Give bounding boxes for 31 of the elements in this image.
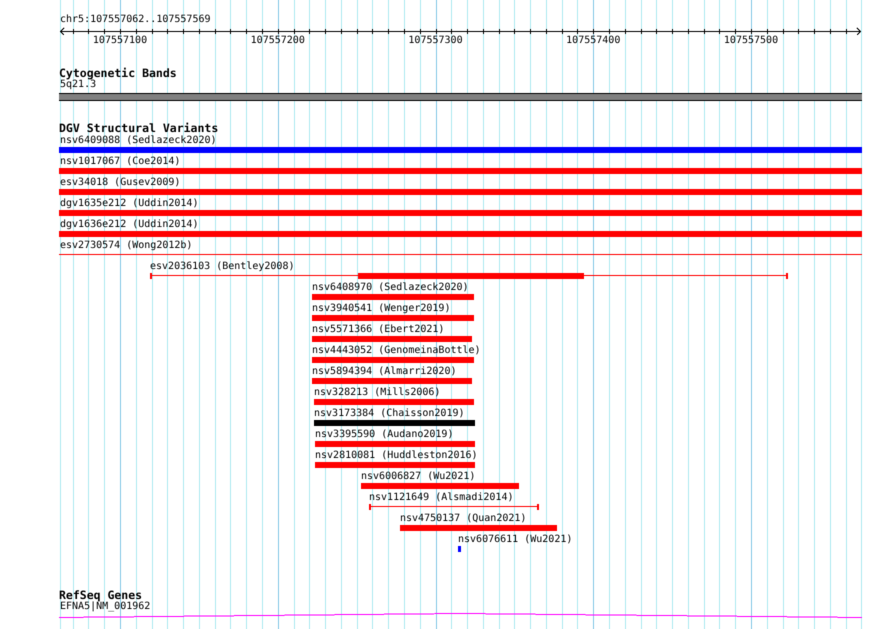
- track-title: RefSeq Genes: [59, 589, 142, 601]
- variant-label: nsv3395590 (Audano2019): [315, 428, 454, 441]
- variant-label: nsv5571366 (Ebert2021): [312, 323, 444, 336]
- variant-label: nsv3173384 (Chaisson2019): [314, 407, 465, 420]
- tick-label: 107557300: [408, 35, 463, 46]
- tick-label: 107557500: [724, 35, 778, 46]
- variant-label: esv2036103 (Bentley2008): [150, 260, 294, 273]
- track-title: Cytogenetic Bands: [59, 67, 177, 79]
- variant-label: nsv6408970 (Sedlazeck2020): [312, 281, 469, 294]
- location-label: chr5:107557062..107557569: [60, 14, 211, 26]
- variant-label: nsv5894394 (Almarri2020): [312, 365, 456, 378]
- variant-label: nsv328213 (Mills2006): [314, 386, 440, 399]
- variant-label: nsv6076611 (Wu2021): [458, 533, 572, 546]
- variant-label: nsv6409088 (Sedlazeck2020): [60, 134, 217, 147]
- variant-label: dgv1635e212 (Uddin2014): [60, 197, 198, 210]
- variant-label: esv2730574 (Wong2012b): [60, 239, 192, 252]
- tick-label: 107557100: [92, 35, 148, 46]
- gene-label: EFNA5|NM_001962: [60, 601, 150, 612]
- variant-label: nsv4750137 (Quan2021): [400, 512, 526, 525]
- variant-label: nsv6006827 (Wu2021): [361, 470, 476, 483]
- variant-label: dgv1636e212 (Uddin2014): [60, 218, 198, 231]
- variant-label: nsv2810081 (Huddleston2016): [315, 449, 478, 462]
- variant-label: nsv3940541 (Wenger2019): [312, 302, 450, 315]
- track-title: DGV Structural Variants: [59, 122, 218, 134]
- tick-label: 107557400: [566, 35, 620, 46]
- tick-label: 107557200: [250, 35, 305, 46]
- band-label: 5q21.3: [60, 79, 96, 91]
- variant-label: esv34018 (Gusev2009): [60, 176, 180, 189]
- variant-label: nsv1017067 (Coe2014): [60, 155, 180, 168]
- variant-label: nsv4443052 (GenomeinaBottle): [312, 344, 481, 357]
- variant-label: nsv1121649 (Alsmadi2014): [369, 491, 514, 504]
